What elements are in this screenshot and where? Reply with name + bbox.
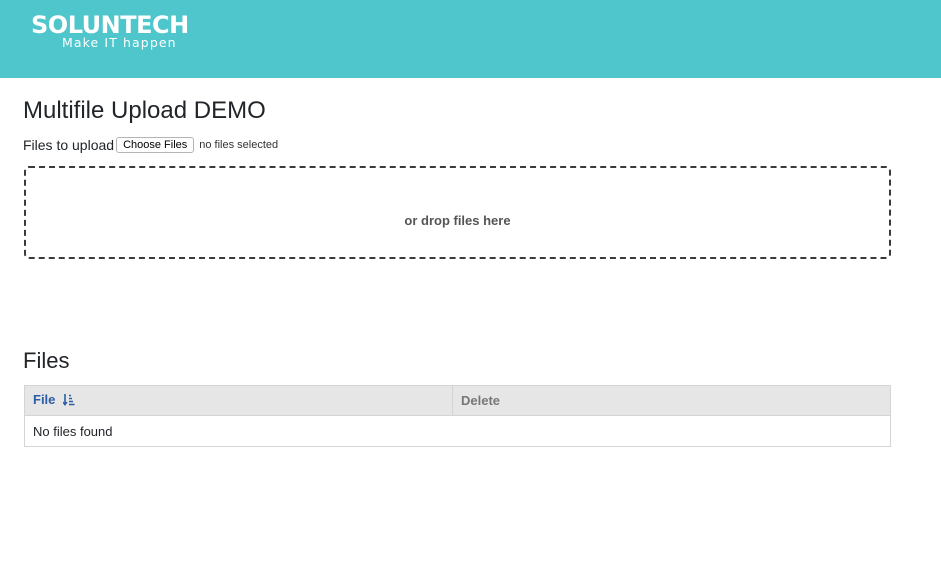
- files-section-title: Files: [23, 348, 70, 373]
- top-banner: SOLUNTECH Make IT happen: [0, 0, 941, 78]
- upload-label: Files to upload: [23, 137, 115, 153]
- sort-ascending-icon: [62, 393, 75, 409]
- choose-files-button[interactable]: Choose Files: [116, 137, 195, 153]
- soluntech-logo: SOLUNTECH Make IT happen: [31, 11, 189, 50]
- page-title: Multifile Upload DEMO: [23, 97, 266, 124]
- file-selection-status: no files selected: [199, 139, 279, 151]
- column-header-file-label: File: [33, 392, 56, 407]
- column-header-delete: Delete: [452, 385, 891, 416]
- upload-row: Files to upload Choose Files no files se…: [23, 136, 278, 154]
- empty-table-message: No files found: [24, 415, 891, 447]
- table-row: No files found: [24, 415, 891, 447]
- dropzone-text: or drop files here: [404, 212, 511, 228]
- files-table: File Delete No files found: [24, 385, 891, 447]
- column-header-file[interactable]: File: [24, 385, 453, 416]
- logo-tagline: Make IT happen: [62, 35, 177, 50]
- table-header-row: File Delete: [24, 385, 891, 416]
- file-dropzone[interactable]: or drop files here: [24, 166, 891, 259]
